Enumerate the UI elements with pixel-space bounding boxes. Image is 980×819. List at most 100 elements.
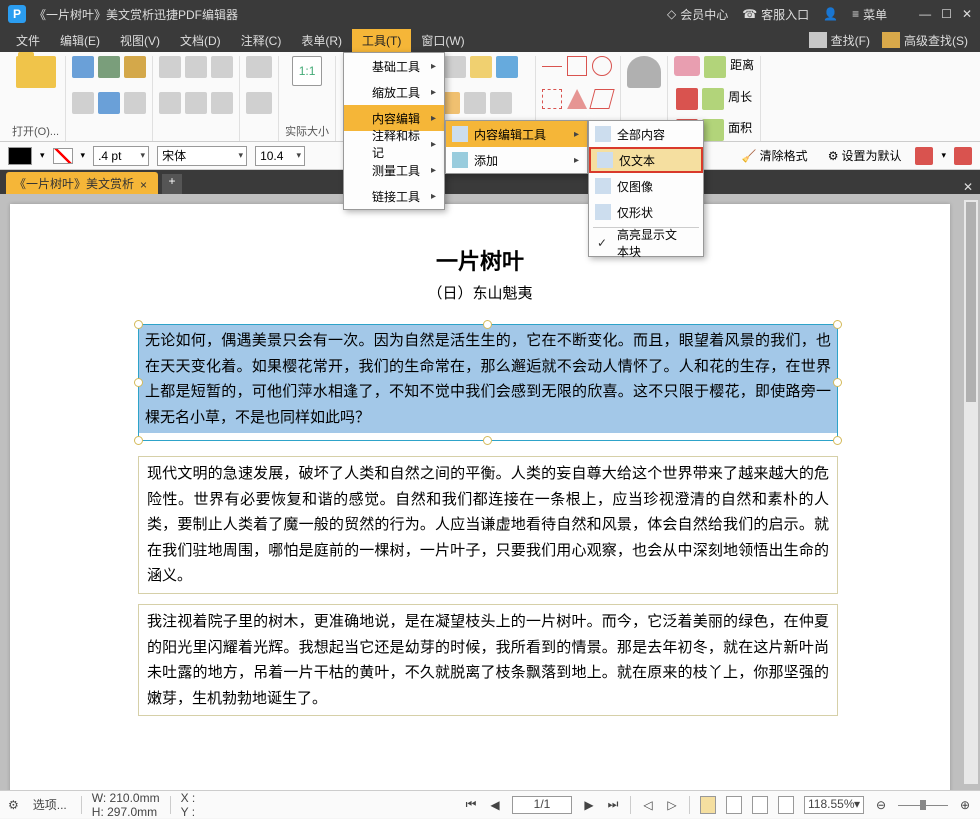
selected-text-frame[interactable]: 无论如何，偶遇美景只会有一次。因为自然是活生生的，它在不断变化。而且，眼望着风景… xyxy=(138,324,838,441)
resize-handle-tc[interactable] xyxy=(483,320,492,329)
actual-size-label[interactable]: 实际大小 xyxy=(285,123,329,139)
set-default-button[interactable]: ⚙设置为默认 xyxy=(822,145,908,166)
menu-form[interactable]: 表单(R) xyxy=(291,29,352,52)
paragraph-frame-2[interactable]: 现代文明的急速发展，破坏了人类和自然之间的平衡。人类的妄自尊大给这个世界带来了越… xyxy=(138,456,838,594)
nav-back-button[interactable]: ◁ xyxy=(641,798,655,812)
font-size-select[interactable]: 10.4 xyxy=(255,146,305,166)
fill-color-swatch[interactable] xyxy=(53,148,73,164)
maximize-button[interactable]: ☐ xyxy=(941,7,952,21)
menu-window[interactable]: 窗口(W) xyxy=(411,29,474,52)
hand-icon[interactable] xyxy=(185,92,207,114)
view-mode-single[interactable] xyxy=(700,796,716,814)
menu-file[interactable]: 文件 xyxy=(6,29,50,52)
options-button[interactable]: 选项... xyxy=(29,794,71,815)
save-icon[interactable] xyxy=(72,56,94,78)
view-mode-facing[interactable] xyxy=(752,796,768,814)
close-button[interactable]: ✕ xyxy=(962,7,972,21)
shape-rect[interactable] xyxy=(567,56,587,76)
open-label[interactable]: 打开(O)... xyxy=(12,123,59,139)
measure-dist-icon[interactable] xyxy=(704,56,726,78)
resize-handle-tr[interactable] xyxy=(833,320,842,329)
gear-icon[interactable]: ⚙ xyxy=(8,798,19,812)
first-page-button[interactable]: ⏮ xyxy=(464,798,478,812)
zoom-select[interactable]: 118.55% xyxy=(804,796,864,814)
shape-para[interactable] xyxy=(589,89,614,109)
content-highlight-blocks[interactable]: ✓高亮显示文本块 xyxy=(589,230,703,256)
stamp-icon[interactable] xyxy=(627,56,661,88)
paragraph-frame-3[interactable]: 我注视着院子里的树木，更准确地说，是在凝望枝头上的一片树叶。而今，它泛着美丽的绿… xyxy=(138,604,838,716)
snapshot-icon[interactable] xyxy=(246,92,272,114)
member-center-link[interactable]: ◇ 会员中心 xyxy=(667,6,728,23)
redo-icon[interactable] xyxy=(185,56,207,78)
new-tab-button[interactable]: + xyxy=(162,174,182,194)
strike-icon[interactable] xyxy=(464,92,486,114)
shape-arrow[interactable] xyxy=(542,89,562,109)
content-all[interactable]: 全部内容 xyxy=(589,121,703,147)
measure-area-icon[interactable] xyxy=(702,119,724,141)
main-menu-button[interactable]: ≡ 菜单 xyxy=(852,6,887,23)
resize-handle-rc[interactable] xyxy=(833,378,842,387)
view-mode-facing-cont[interactable] xyxy=(778,796,794,814)
find-button[interactable]: 查找(F) xyxy=(803,32,876,49)
open-icon[interactable] xyxy=(16,56,56,88)
actual-size-icon[interactable]: 1:1 xyxy=(292,56,322,86)
resize-handle-bl[interactable] xyxy=(134,436,143,445)
eraser-icon[interactable] xyxy=(674,56,700,76)
tabstrip-close-icon[interactable]: ✕ xyxy=(956,180,980,194)
textbox-icon[interactable] xyxy=(444,56,466,78)
content-edit-tool[interactable]: ✓内容编辑工具▸ xyxy=(446,121,587,147)
view-mode-continuous[interactable] xyxy=(726,796,742,814)
shape-line[interactable] xyxy=(542,66,562,86)
nav-fwd-button[interactable]: ▷ xyxy=(665,798,679,812)
menu-comment[interactable]: 注释(C) xyxy=(231,29,292,52)
next-page-button[interactable]: ▶ xyxy=(582,798,596,812)
tools-zoom[interactable]: 缩放工具▸ xyxy=(344,79,444,105)
clear-format-button[interactable]: 🧹清除格式 xyxy=(736,145,814,166)
line-weight-select[interactable]: .4 pt xyxy=(93,146,149,166)
content-text-only[interactable]: ✓仅文本 xyxy=(589,147,703,173)
zoom-in-button[interactable]: ⊕ xyxy=(958,798,972,812)
mail-icon[interactable] xyxy=(124,56,146,78)
history-icon[interactable] xyxy=(211,56,233,78)
menu-edit[interactable]: 编辑(E) xyxy=(50,29,110,52)
resize-handle-bc[interactable] xyxy=(483,436,492,445)
minimize-button[interactable]: — xyxy=(919,7,931,21)
vertical-scrollbar[interactable] xyxy=(964,200,978,784)
resize-handle-lc[interactable] xyxy=(134,378,143,387)
support-link[interactable]: ☎ 客服入口 xyxy=(742,6,809,23)
menu-tools[interactable]: 工具(T) xyxy=(352,29,411,52)
undo-icon[interactable] xyxy=(159,56,181,78)
user-icon[interactable]: 👤 xyxy=(823,7,838,21)
resize-handle-br[interactable] xyxy=(833,436,842,445)
zoom-out-button[interactable]: ⊖ xyxy=(874,798,888,812)
highlight-icon[interactable] xyxy=(470,56,492,78)
adv-find-button[interactable]: 高级查找(S) xyxy=(876,32,974,49)
tools-link[interactable]: 链接工具▸ xyxy=(344,183,444,209)
content-shape-only[interactable]: 仅形状 xyxy=(589,199,703,225)
content-image-only[interactable]: 仅图像 xyxy=(589,173,703,199)
shape-circle[interactable] xyxy=(592,56,612,76)
content-edit-add[interactable]: 添加▸ xyxy=(446,147,587,173)
shape-poly[interactable] xyxy=(567,89,587,109)
page-number-input[interactable]: 1/1 xyxy=(512,796,572,814)
document-tab[interactable]: 《一片树叶》美文赏析 × xyxy=(6,172,158,194)
print-icon[interactable] xyxy=(98,56,120,78)
menu-view[interactable]: 视图(V) xyxy=(110,29,170,52)
printer-icon[interactable] xyxy=(72,92,94,114)
tab-close-icon[interactable]: × xyxy=(140,178,150,188)
tools-measure[interactable]: 测量工具▸ xyxy=(344,157,444,183)
pen-tool-icon[interactable] xyxy=(915,147,933,165)
search-icon[interactable] xyxy=(124,92,146,114)
zoom-slider[interactable] xyxy=(898,798,948,812)
cursor-icon[interactable] xyxy=(159,92,181,114)
prev-page-button[interactable]: ◀ xyxy=(488,798,502,812)
underline-icon[interactable] xyxy=(490,92,512,114)
char-icon[interactable] xyxy=(496,56,518,78)
shape-tool-icon[interactable] xyxy=(954,147,972,165)
last-page-button[interactable]: ⏭ xyxy=(606,798,620,812)
stroke-color-swatch[interactable] xyxy=(8,147,32,165)
selected-paragraph[interactable]: 无论如何，偶遇美景只会有一次。因为自然是活生生的，它在不断变化。而且，眼望着风景… xyxy=(139,325,837,433)
measure-peri-icon[interactable] xyxy=(702,88,724,110)
menu-document[interactable]: 文档(D) xyxy=(170,29,231,52)
clean-icon[interactable] xyxy=(676,88,698,110)
